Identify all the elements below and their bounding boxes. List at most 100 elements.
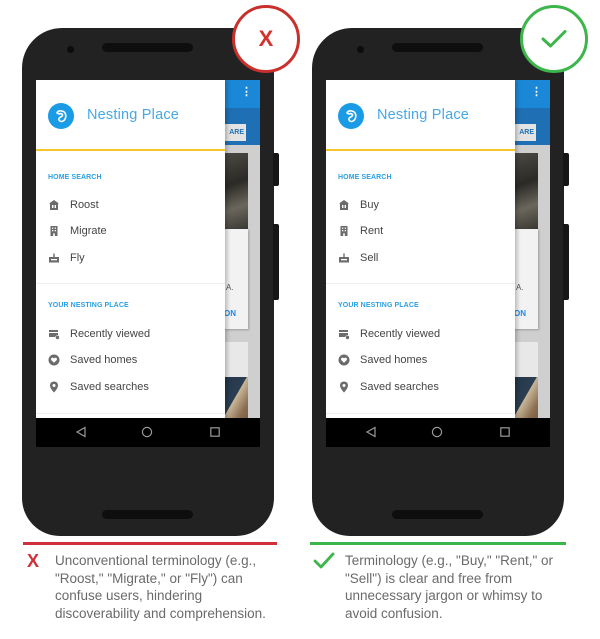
volume-button xyxy=(273,224,279,300)
drawer-item-recently-viewed[interactable]: Recently viewed xyxy=(338,324,508,344)
history-card-icon xyxy=(338,328,350,340)
back-icon[interactable] xyxy=(365,426,377,438)
listing-card-text: A. xyxy=(516,283,524,292)
drawer-item-label: Saved homes xyxy=(70,354,138,366)
back-icon[interactable] xyxy=(75,426,87,438)
phone-screen: ⋮ ARE A. ON Nesting Place xyxy=(326,80,550,447)
listing-card: A. ON xyxy=(514,229,538,329)
navigation-drawer: Nesting Place HOME SEARCH Buy Rent Sell … xyxy=(326,80,515,447)
x-icon: X xyxy=(27,551,40,571)
listing-card-text: A. xyxy=(226,283,234,292)
bottom-speaker xyxy=(392,510,483,519)
drawer-item-buy[interactable]: Buy xyxy=(338,195,508,215)
front-camera xyxy=(357,46,364,53)
drawer-item-label: Recently viewed xyxy=(360,328,441,340)
system-navbar xyxy=(36,418,260,447)
recent-apps-icon[interactable] xyxy=(209,426,221,438)
more-vert-icon[interactable]: ⋮ xyxy=(241,87,252,98)
navigation-drawer: Nesting Place HOME SEARCH Roost Migrate … xyxy=(36,80,225,447)
drawer-item-roost[interactable]: Roost xyxy=(48,195,218,215)
background-app: ⋮ ARE A. ON xyxy=(514,80,550,447)
sign-icon xyxy=(48,252,60,264)
house-icon xyxy=(48,199,60,211)
heart-icon xyxy=(48,354,60,366)
heart-icon xyxy=(338,354,350,366)
brand-name: Nesting Place xyxy=(87,107,180,123)
checkmark-glyph xyxy=(541,30,567,48)
building-icon xyxy=(48,225,60,237)
bird-logo-icon xyxy=(338,103,364,129)
app-bar: ⋮ xyxy=(514,80,550,108)
phone-mockup: ⋮ ARE A. ON Nesting Place xyxy=(312,28,569,536)
drawer-item-saved-searches[interactable]: Saved searches xyxy=(338,377,508,397)
listing-photo xyxy=(224,153,248,229)
section-label-your-nesting-place: YOUR NESTING PLACE xyxy=(48,302,129,309)
good-example-caption: Terminology (e.g., "Buy," "Rent," or "Se… xyxy=(345,553,553,621)
drawer-item-fly[interactable]: Fly xyxy=(48,248,218,268)
system-navbar xyxy=(326,418,550,447)
front-camera xyxy=(67,46,74,53)
app-bar: ⋮ xyxy=(224,80,260,108)
listing-card-action[interactable]: ON xyxy=(514,309,526,318)
drawer-item-label: Recently viewed xyxy=(70,328,151,340)
listing-card: A. ON xyxy=(224,229,248,329)
drawer-item-label: Sell xyxy=(360,252,379,264)
drawer-item-recently-viewed[interactable]: Recently viewed xyxy=(48,324,218,344)
checkmark-icon xyxy=(520,5,588,73)
building-icon xyxy=(338,225,350,237)
earpiece-speaker xyxy=(102,43,193,52)
drawer-item-label: Roost xyxy=(70,199,99,211)
volume-button xyxy=(563,224,569,300)
bottom-speaker xyxy=(102,510,193,519)
history-card-icon xyxy=(48,328,60,340)
badge-glyph: X xyxy=(258,26,274,51)
drawer-item-label: Saved searches xyxy=(360,381,439,393)
share-button[interactable]: ARE xyxy=(224,124,246,141)
section-divider xyxy=(36,283,225,284)
checkmark-icon xyxy=(313,552,335,569)
drawer-item-label: Fly xyxy=(70,252,85,264)
share-button[interactable]: ARE xyxy=(514,124,536,141)
power-button xyxy=(563,153,569,186)
drawer-header: Nesting Place xyxy=(36,80,225,151)
section-label-your-nesting-place: YOUR NESTING PLACE xyxy=(338,302,419,309)
good-divider-rule xyxy=(310,542,566,545)
drawer-item-rent[interactable]: Rent xyxy=(338,221,508,241)
good-example-panel: ⋮ ARE A. ON Nesting Place HOME SEARCH Bu… xyxy=(290,0,588,639)
location-pin-icon xyxy=(48,381,60,393)
brand-name: Nesting Place xyxy=(377,107,470,123)
location-pin-icon xyxy=(338,381,350,393)
sign-icon xyxy=(338,252,350,264)
drawer-item-saved-searches[interactable]: Saved searches xyxy=(48,377,218,397)
earpiece-speaker xyxy=(392,43,483,52)
more-vert-icon[interactable]: ⋮ xyxy=(531,87,542,98)
house-icon xyxy=(338,199,350,211)
phone-mockup: ⋮ ARE A. ON Nesting Place xyxy=(22,28,279,536)
recent-apps-icon[interactable] xyxy=(499,426,511,438)
phone-screen: ⋮ ARE A. ON Nesting Place xyxy=(36,80,260,447)
bird-logo-icon xyxy=(48,103,74,129)
listing-photo xyxy=(514,153,538,229)
background-app: ⋮ ARE A. ON xyxy=(224,80,260,447)
bad-example-caption: Unconventional terminology (e.g., "Roost… xyxy=(55,553,266,621)
drawer-item-saved-homes[interactable]: Saved homes xyxy=(48,350,218,370)
bad-divider-rule xyxy=(23,542,277,545)
drawer-item-label: Saved searches xyxy=(70,381,149,393)
listing-card-action[interactable]: ON xyxy=(224,309,236,318)
drawer-item-label: Rent xyxy=(360,225,384,237)
drawer-item-label: Buy xyxy=(360,199,379,211)
section-divider xyxy=(326,283,515,284)
section-label-home-search: HOME SEARCH xyxy=(48,174,102,181)
drawer-item-sell[interactable]: Sell xyxy=(338,248,508,268)
power-button xyxy=(273,153,279,186)
drawer-item-label: Migrate xyxy=(70,225,107,237)
drawer-item-label: Saved homes xyxy=(360,354,428,366)
section-divider xyxy=(36,413,225,414)
section-divider xyxy=(326,413,515,414)
drawer-item-migrate[interactable]: Migrate xyxy=(48,221,218,241)
home-icon[interactable] xyxy=(141,426,153,438)
section-label-home-search: HOME SEARCH xyxy=(338,174,392,181)
drawer-item-saved-homes[interactable]: Saved homes xyxy=(338,350,508,370)
bad-example-panel: ⋮ ARE A. ON Nesting Place HOME SEARCH Ro… xyxy=(0,0,300,639)
home-icon[interactable] xyxy=(431,426,443,438)
